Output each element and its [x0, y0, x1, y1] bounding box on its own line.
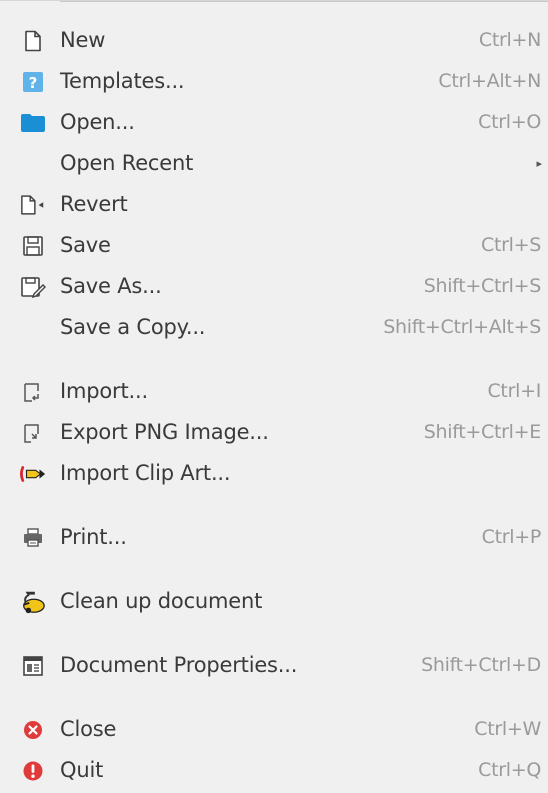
menu-item-import[interactable]: Import... Ctrl+I [0, 371, 548, 412]
vacuum-cleaner-icon [20, 590, 46, 614]
printer-icon [20, 526, 46, 550]
menu-item-label: Templates... [60, 69, 185, 93]
menu-item-shortcut: Ctrl+Alt+N [438, 70, 541, 92]
menu-item-open-recent[interactable]: Open Recent ▸ [0, 143, 548, 184]
menu-item-label: Close [60, 717, 117, 741]
menu-item-label: Open Recent [60, 151, 194, 175]
file-menu: New Ctrl+N ? Templates... Ctrl+Alt+N Ope… [0, 0, 548, 793]
menu-item-label: New [60, 28, 106, 52]
export-icon [20, 421, 46, 445]
folder-icon [20, 111, 46, 135]
menu-item-shortcut: Ctrl+O [478, 111, 541, 133]
save-as-icon [20, 275, 46, 299]
menu-item-shortcut: Ctrl+N [478, 29, 541, 51]
menu-item-label: Import... [60, 379, 148, 403]
menu-item-label: Print... [60, 525, 127, 549]
import-clip-art-icon [20, 462, 46, 486]
menu-item-export-png[interactable]: Export PNG Image... Shift+Ctrl+E [0, 412, 548, 453]
menu-item-label: Import Clip Art... [60, 461, 231, 485]
menu-item-label: Quit [60, 758, 104, 782]
menu-item-label: Document Properties... [60, 653, 298, 677]
menu-divider [60, 1, 548, 2]
submenu-arrow-icon: ▸ [536, 157, 542, 170]
menu-item-print[interactable]: Print... Ctrl+P [0, 517, 548, 558]
menu-item-shortcut: Ctrl+W [474, 718, 541, 740]
menu-item-shortcut: Ctrl+S [481, 234, 541, 256]
new-document-icon [20, 29, 46, 53]
menu-item-shortcut: Ctrl+Q [478, 759, 541, 781]
document-properties-icon [20, 654, 46, 678]
menu-item-label: Revert [60, 192, 128, 216]
import-icon [20, 380, 46, 404]
templates-icon: ? [20, 70, 46, 94]
menu-item-revert[interactable]: Revert [0, 184, 548, 225]
menu-item-open[interactable]: Open... Ctrl+O [0, 102, 548, 143]
revert-icon [20, 193, 46, 217]
quit-icon [20, 759, 46, 783]
menu-item-shortcut: Shift+Ctrl+D [421, 654, 541, 676]
menu-item-quit[interactable]: Quit Ctrl+Q [0, 750, 548, 791]
menu-item-save[interactable]: Save Ctrl+S [0, 225, 548, 266]
menu-item-label: Open... [60, 110, 135, 134]
menu-item-label: Save a Copy... [60, 315, 206, 339]
menu-item-label: Save [60, 233, 111, 257]
menu-item-shortcut: Ctrl+I [487, 380, 541, 402]
menu-item-label: Export PNG Image... [60, 420, 269, 444]
menu-item-templates[interactable]: ? Templates... Ctrl+Alt+N [0, 61, 548, 102]
menu-item-shortcut: Shift+Ctrl+E [423, 421, 542, 443]
menu-item-shortcut: Shift+Ctrl+S [423, 275, 542, 297]
close-icon [20, 718, 46, 742]
menu-item-document-properties[interactable]: Document Properties... Shift+Ctrl+D [0, 645, 548, 686]
menu-item-label: Clean up document [60, 589, 263, 613]
menu-item-shortcut: Shift+Ctrl+Alt+S [383, 316, 541, 338]
menu-item-new[interactable]: New Ctrl+N [0, 20, 548, 61]
menu-item-import-clip-art[interactable]: Import Clip Art... [0, 453, 548, 494]
save-icon [20, 234, 46, 258]
menu-item-save-as[interactable]: Save As... Shift+Ctrl+S [0, 266, 548, 307]
menu-item-save-copy[interactable]: Save a Copy... Shift+Ctrl+Alt+S [0, 307, 548, 348]
menu-item-label: Save As... [60, 274, 162, 298]
svg-text:?: ? [29, 74, 38, 92]
menu-item-close[interactable]: Close Ctrl+W [0, 709, 548, 750]
menu-item-clean-up[interactable]: Clean up document [0, 581, 548, 622]
menu-item-shortcut: Ctrl+P [481, 526, 542, 548]
